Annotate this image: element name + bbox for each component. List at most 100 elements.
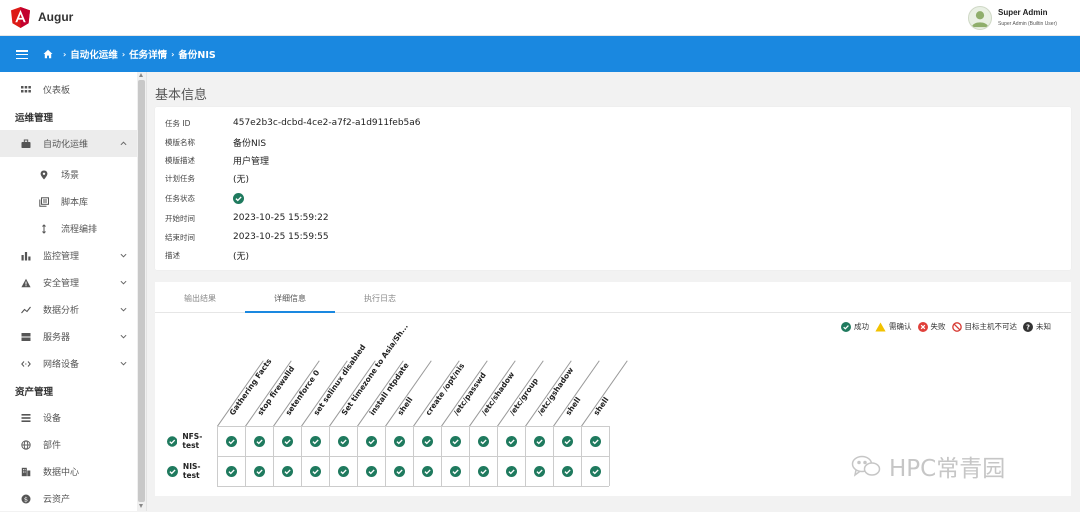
sidebar-item-datacenter[interactable]: 数据中心 <box>0 458 137 485</box>
sidebar-scrollbar[interactable] <box>137 72 146 511</box>
column-divider <box>497 360 544 427</box>
bar-chart-icon <box>21 251 31 260</box>
status-cell[interactable] <box>441 426 469 456</box>
success-icon <box>233 192 244 204</box>
status-cell[interactable] <box>581 456 609 486</box>
info-value: 备份NIS <box>233 138 267 149</box>
legend-item-fail: 失败 <box>917 321 946 332</box>
status-cell[interactable] <box>525 456 553 486</box>
host-row-header[interactable]: NFS-test <box>165 426 217 456</box>
status-cell[interactable] <box>273 456 301 486</box>
sidebar-item-devices[interactable]: 设备 <box>0 404 137 431</box>
status-cell[interactable] <box>245 426 273 456</box>
chevron-down-icon <box>120 253 127 258</box>
sidebar-item-label: 云资产 <box>43 495 71 505</box>
column-divider <box>301 360 348 427</box>
menu-toggle-icon[interactable] <box>16 50 28 60</box>
code-arrows-icon <box>21 360 31 367</box>
column-header: set selinux disabled <box>311 342 368 417</box>
sidebar-item-label: 脚本库 <box>61 198 89 208</box>
map-pin-icon <box>40 170 48 179</box>
status-cell[interactable] <box>553 426 581 456</box>
status-cell[interactable] <box>357 456 385 486</box>
user-avatar-icon <box>971 11 989 28</box>
scroll-down-icon[interactable] <box>139 504 143 508</box>
success-icon <box>310 436 321 447</box>
info-key: 开始时间 <box>165 213 195 223</box>
success-icon <box>450 466 461 477</box>
sidebar-item-workflow[interactable]: 流程编排 <box>0 215 137 242</box>
status-cell[interactable] <box>385 456 413 486</box>
sidebar-item-monitoring[interactable]: 监控管理 <box>0 242 137 269</box>
success-icon <box>422 466 433 477</box>
status-cell[interactable] <box>329 456 357 486</box>
tab-details[interactable]: 详细信息 <box>245 293 335 304</box>
basic-info-card: 任务 ID 457e2b3c-dcbd-4ce2-a7f2-a1d911feb5… <box>155 107 1071 270</box>
status-cell[interactable] <box>553 456 581 486</box>
sidebar-item-servers[interactable]: 服务器 <box>0 323 137 350</box>
building-icon <box>21 467 31 476</box>
status-cell[interactable] <box>273 426 301 456</box>
status-cell[interactable] <box>497 426 525 456</box>
status-cell[interactable] <box>581 426 609 456</box>
tab-logs[interactable]: 执行日志 <box>335 293 425 304</box>
status-cell[interactable] <box>301 426 329 456</box>
sidebar-item-label: 网络设备 <box>43 360 80 370</box>
status-cell[interactable] <box>301 456 329 486</box>
status-cell[interactable] <box>385 426 413 456</box>
avatar[interactable] <box>968 6 992 30</box>
status-cell[interactable] <box>217 426 245 456</box>
info-row-status: 任务状态 <box>165 191 244 205</box>
column-divider <box>413 360 460 427</box>
sidebar-item-network[interactable]: 网络设备 <box>0 350 137 377</box>
info-row-start-time: 开始时间 2023-10-25 15:59:22 <box>165 211 329 225</box>
sidebar-item-cloud[interactable]: $ 云资产 <box>0 485 137 512</box>
status-cell[interactable] <box>357 426 385 456</box>
breadcrumb-item-current: 备份NIS <box>178 50 216 61</box>
user-name[interactable]: Super Admin <box>998 8 1047 17</box>
tab-output[interactable]: 输出结果 <box>155 293 245 304</box>
sidebar-item-label: 仪表板 <box>43 86 71 96</box>
host-row-header[interactable]: NIS-test <box>165 456 217 486</box>
sidebar-item-label: 场景 <box>61 171 80 181</box>
sidebar-item-scripts[interactable]: 脚本库 <box>0 188 137 215</box>
status-cell[interactable] <box>469 426 497 456</box>
sidebar-item-dashboard[interactable]: 仪表板 <box>0 76 137 103</box>
status-cell[interactable] <box>497 456 525 486</box>
status-cell[interactable] <box>413 456 441 486</box>
sidebar-item-parts[interactable]: 部件 <box>0 431 137 458</box>
info-key: 任务 ID <box>165 118 191 128</box>
breadcrumb-item-task-detail[interactable]: 任务详情 <box>129 47 167 61</box>
legend-item-success: 成功 <box>841 321 869 332</box>
sidebar-item-label: 数据中心 <box>43 468 80 478</box>
sidebar-item-scene[interactable]: 场景 <box>0 161 137 188</box>
sidebar-item-label: 安全管理 <box>43 279 80 289</box>
status-cell[interactable] <box>245 456 273 486</box>
status-cell[interactable] <box>413 426 441 456</box>
success-icon <box>254 436 265 447</box>
legend-item-unknown: ? 未知 <box>1023 321 1051 332</box>
success-icon <box>366 436 377 447</box>
status-cell[interactable] <box>217 456 245 486</box>
status-cell[interactable] <box>469 456 497 486</box>
home-icon[interactable] <box>43 49 53 59</box>
scroll-up-icon[interactable] <box>139 73 143 77</box>
host-name: NIS-test <box>182 462 201 480</box>
page-title: 基本信息 <box>155 88 208 103</box>
info-key: 描述 <box>165 250 180 260</box>
dollar-circle-icon: $ <box>21 494 31 503</box>
legend-label: 未知 <box>1036 322 1051 331</box>
sidebar-item-analytics[interactable]: 数据分析 <box>0 296 137 323</box>
success-icon <box>366 466 377 477</box>
status-cell[interactable] <box>441 456 469 486</box>
sidebar-item-security[interactable]: 安全管理 <box>0 269 137 296</box>
breadcrumb-item-automation[interactable]: 自动化运维 <box>70 47 118 61</box>
info-key: 任务状态 <box>165 193 195 203</box>
sidebar-item-automation[interactable]: 自动化运维 <box>0 130 137 157</box>
scrollbar-thumb[interactable] <box>138 80 145 502</box>
status-cell[interactable] <box>525 426 553 456</box>
success-icon <box>254 466 265 477</box>
info-row-template-name: 模版名称 备份NIS <box>165 135 266 149</box>
status-cell[interactable] <box>329 426 357 456</box>
sidebar: 仪表板 运维管理 自动化运维 场景 脚本库 流程编排 监控管理 安全管理 数据分… <box>0 72 147 511</box>
